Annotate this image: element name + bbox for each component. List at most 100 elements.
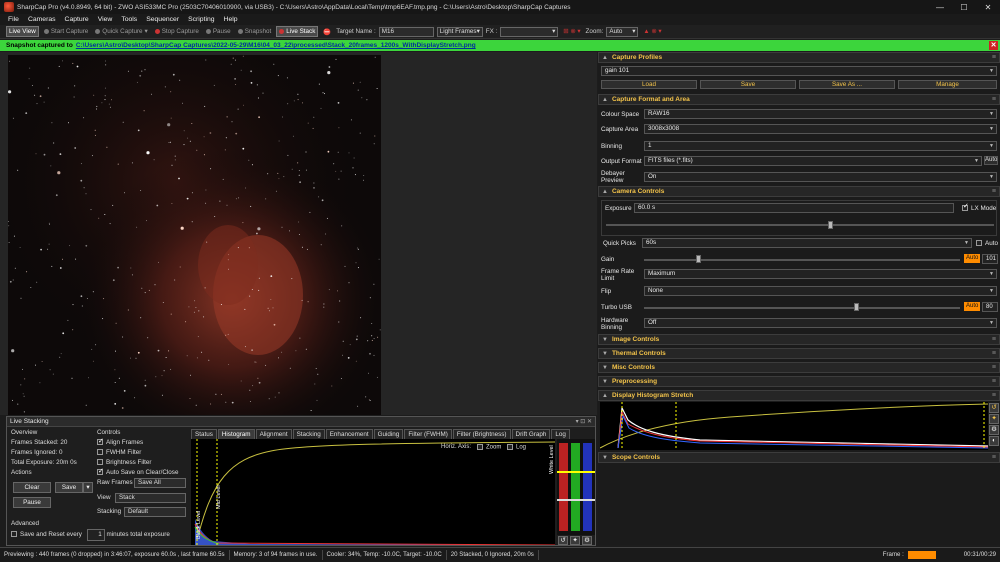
notification-close-button[interactable]: ✕ (989, 41, 998, 50)
section-thermal-controls[interactable]: ▼ Thermal Controls ≡ (598, 348, 1000, 359)
hamburger-icon[interactable]: ≡ (992, 336, 996, 343)
green-level-bar[interactable] (571, 443, 580, 531)
maximize-button[interactable]: ☐ (952, 3, 976, 12)
stack-histogram-graph[interactable]: Black Level Mid Level White Level (191, 439, 555, 545)
live-view-button[interactable]: Live View (6, 26, 39, 37)
hamburger-icon[interactable]: ≡ (992, 378, 996, 385)
menu-cameras[interactable]: Cameras (28, 16, 56, 23)
capture-area-select[interactable]: 3008x3008 ▼ (644, 124, 997, 134)
brightness-filter-checkbox[interactable] (97, 459, 103, 466)
raw-frames-select[interactable]: Save All (134, 478, 186, 488)
hamburger-icon[interactable]: ≡ (992, 54, 996, 61)
tab-guiding[interactable]: Guiding (373, 429, 404, 439)
quick-capture-button[interactable]: Quick Capture ▾ (93, 27, 149, 36)
auto-stretch-icon[interactable]: ✦ (570, 536, 580, 545)
save-as-profile-button[interactable]: Save As ... (799, 80, 895, 89)
menu-scripting[interactable]: Scripting (188, 16, 214, 23)
hardware-binning-select[interactable]: Off ▼ (644, 318, 997, 328)
menu-sequencer[interactable]: Sequencer (146, 16, 179, 23)
zoom-tools-icon[interactable]: ▲ ⊗ ▾ (641, 27, 663, 36)
section-misc-controls[interactable]: ▼ Misc Controls ≡ (598, 362, 1000, 373)
gain-value-input[interactable]: 101 (982, 254, 998, 264)
tab-log[interactable]: Log (551, 429, 570, 439)
fx-select[interactable]: ▾ (500, 26, 559, 37)
snapshot-button[interactable]: Snapshot (236, 27, 274, 36)
panel-window-controls[interactable]: ▾ ⊡ ✕ (576, 418, 595, 425)
snapshot-path-link[interactable]: C:\Users\Astro\Desktop\SharpCap Captures… (76, 42, 476, 49)
manage-profiles-button[interactable]: Manage (898, 80, 997, 89)
clear-button[interactable]: Clear (13, 482, 51, 493)
menu-tools[interactable]: Tools (121, 16, 137, 23)
turbo-usb-value-input[interactable]: 80 (982, 302, 998, 312)
settings-icon[interactable]: ⚙ (989, 425, 999, 435)
tab-enhancement[interactable]: Enhancement (325, 429, 373, 439)
frame-rate-select[interactable]: Maximum ▼ (644, 269, 997, 279)
hamburger-icon[interactable]: ≡ (992, 350, 996, 357)
rgb-level-bars[interactable] (557, 439, 595, 535)
white-level-marker[interactable] (557, 471, 595, 473)
section-scope-controls[interactable]: ▼ Scope Controls ≡ (598, 452, 1000, 463)
turbo-usb-slider[interactable] (644, 307, 960, 309)
output-format-select[interactable]: FITS files (*.fits) ▼ (644, 156, 982, 166)
colour-space-select[interactable]: RAW16 ▼ (644, 109, 997, 119)
menu-file[interactable]: File (8, 16, 19, 23)
tab-histogram[interactable]: Histogram (217, 429, 255, 439)
minimize-button[interactable]: — (928, 3, 952, 12)
reticle-icon[interactable]: ⊞ ⊗ ▾ (561, 27, 582, 36)
close-button[interactable]: ✕ (976, 3, 1000, 12)
exposure-slider-thumb[interactable] (828, 221, 833, 229)
display-stretch-histogram[interactable] (600, 402, 988, 450)
hamburger-icon[interactable]: ≡ (992, 454, 996, 461)
debayer-preview-select[interactable]: On ▼ (644, 172, 997, 182)
exposure-slider[interactable] (606, 224, 994, 226)
hamburger-icon[interactable]: ≡ (992, 188, 996, 195)
record-icon[interactable]: ⛔ (321, 27, 333, 37)
binning-select[interactable]: 1 ▼ (644, 141, 997, 151)
tab-filter-brightness[interactable]: Filter (Brightness) (452, 429, 511, 439)
turbo-usb-slider-thumb[interactable] (854, 303, 859, 311)
tab-status[interactable]: Status (191, 429, 217, 439)
black-level-marker[interactable] (557, 499, 595, 501)
log-checkbox[interactable] (507, 444, 513, 450)
target-name-input[interactable]: M16 (378, 26, 434, 37)
output-auto-button[interactable]: Auto (984, 156, 998, 165)
turbo-usb-auto-button[interactable]: Auto (964, 302, 981, 311)
gain-auto-button[interactable]: Auto (964, 254, 981, 263)
reset-stretch-icon[interactable]: ↺ (989, 403, 999, 413)
live-stack-button[interactable]: Live Stack (276, 26, 319, 37)
pause-stacking-button[interactable]: Pause (13, 497, 51, 508)
auto-save-checkbox[interactable] (97, 467, 104, 477)
blue-level-bar[interactable] (583, 443, 592, 531)
exposure-input[interactable]: 60.0 s (634, 203, 954, 213)
start-capture-button[interactable]: Start Capture (42, 27, 90, 36)
reset-icon[interactable]: ↺ (558, 536, 568, 545)
section-capture-profiles[interactable]: ▲ Capture Profiles ≡ (598, 52, 1000, 63)
stacking-select[interactable]: Default (124, 507, 186, 517)
red-level-bar[interactable] (559, 443, 568, 531)
save-reset-checkbox[interactable] (11, 531, 17, 538)
tab-drift-graph[interactable]: Drift Graph (511, 429, 551, 439)
flip-select[interactable]: None ▼ (644, 286, 997, 296)
load-profile-button[interactable]: Load (601, 80, 697, 89)
hamburger-icon[interactable]: ≡ (992, 392, 996, 399)
section-camera-controls[interactable]: ▲ Camera Controls ≡ (598, 186, 1000, 197)
save-dropdown-chevron-icon[interactable]: ▾ (83, 482, 93, 493)
hamburger-icon[interactable]: ≡ (992, 364, 996, 371)
align-frames-checkbox[interactable] (97, 437, 104, 447)
section-capture-format[interactable]: ▲ Capture Format and Area ≡ (598, 94, 1000, 105)
quick-picks-select[interactable]: 60s ▼ (642, 238, 972, 248)
profile-select[interactable]: gain 101 ▼ (601, 66, 997, 76)
gain-slider[interactable] (644, 259, 960, 261)
contrast-icon[interactable]: ◐ (989, 436, 999, 446)
menu-help[interactable]: Help (224, 16, 238, 23)
pause-button[interactable]: Pause (204, 27, 233, 36)
save-button[interactable]: Save (55, 482, 83, 493)
menu-view[interactable]: View (98, 16, 113, 23)
save-reset-stepper[interactable]: 1 (86, 529, 105, 541)
fwhm-filter-checkbox[interactable] (97, 449, 103, 456)
image-display-area[interactable] (0, 52, 597, 415)
section-display-histogram-stretch[interactable]: ▲ Display Histogram Stretch ≡ (598, 390, 1000, 401)
stop-capture-button[interactable]: Stop Capture (153, 27, 201, 36)
zoom-select[interactable]: Auto ▾ (606, 26, 639, 37)
save-profile-button[interactable]: Save (700, 80, 796, 89)
